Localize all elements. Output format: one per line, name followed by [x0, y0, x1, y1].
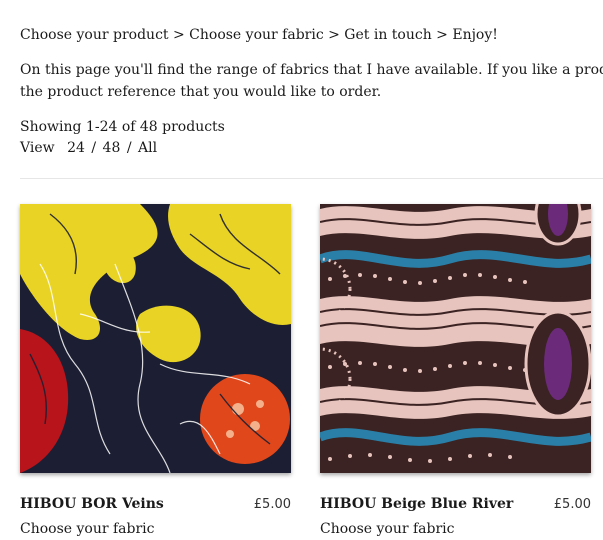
view-option-24[interactable]: 24: [67, 140, 85, 156]
product-title[interactable]: HIBOU BOR Veins: [20, 495, 164, 513]
divider: [20, 178, 603, 179]
view-option-48[interactable]: 48: [103, 140, 121, 156]
intro-line-1: On this page you'll find the range of fa…: [20, 62, 603, 78]
intro-text: On this page you'll find the range of fa…: [20, 59, 603, 103]
product-title[interactable]: HIBOU Beige Blue River: [320, 495, 513, 513]
product-card: HIBOU BOR Veins £5.00 Choose your fabric: [20, 204, 291, 538]
product-price: £5.00: [553, 497, 591, 512]
choose-fabric-link[interactable]: Choose your fabric: [320, 520, 455, 538]
product-info-row: HIBOU BOR Veins £5.00: [20, 495, 291, 514]
choose-fabric-link[interactable]: Choose your fabric: [20, 520, 155, 538]
results-count: Showing 1-24 of 48 products: [20, 119, 225, 135]
product-image-hibou-bor-veins[interactable]: [20, 204, 291, 473]
view-separator: /: [91, 140, 97, 156]
view-separator: /: [126, 140, 132, 156]
intro-line-2: the product reference that you would lik…: [20, 84, 382, 100]
view-option-all[interactable]: All: [138, 140, 157, 156]
breadcrumb: Choose your product > Choose your fabric…: [20, 27, 498, 43]
product-price: £5.00: [253, 497, 291, 512]
product-image-hibou-beige-blue-river[interactable]: [320, 204, 591, 473]
view-per-page: View 24 / 48 / All: [20, 138, 157, 159]
view-label: View: [20, 140, 55, 156]
product-info-row: HIBOU Beige Blue River £5.00: [320, 495, 591, 514]
product-card: HIBOU Beige Blue River £5.00 Choose your…: [320, 204, 591, 538]
